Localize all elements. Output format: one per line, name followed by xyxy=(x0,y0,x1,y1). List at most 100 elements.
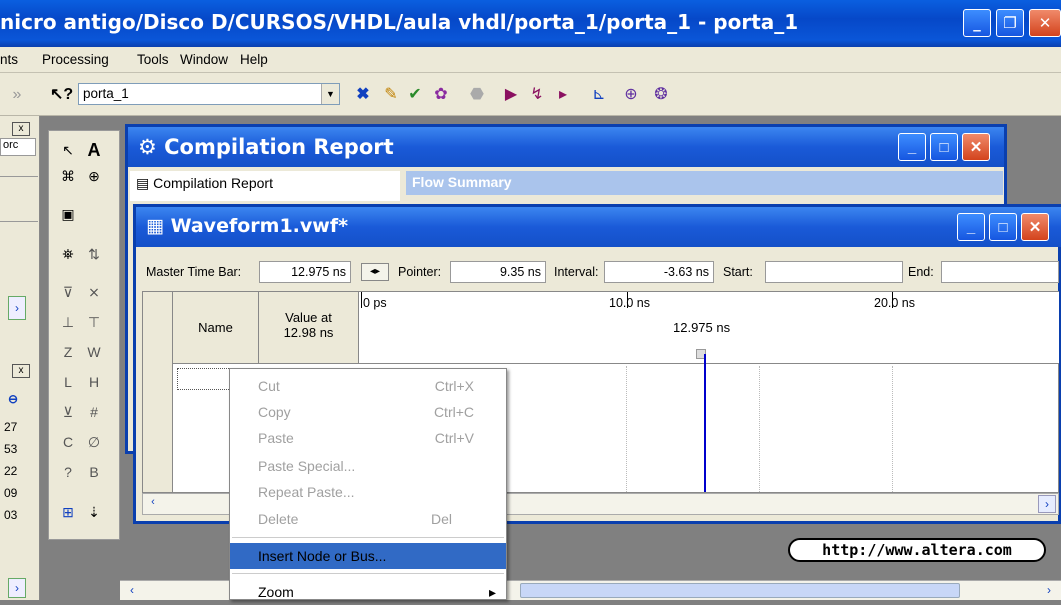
folder-icon: ▤ xyxy=(136,175,150,191)
start-analysis-icon[interactable]: ↯ xyxy=(526,84,548,106)
menu-item-delete[interactable]: Delete Del xyxy=(230,506,506,532)
menu-assignments[interactable]: nts xyxy=(0,52,18,67)
menu-processing[interactable]: Processing xyxy=(42,52,109,67)
interval-field: -3.63 ns xyxy=(604,261,714,283)
menu-item-paste-special[interactable]: Paste Special... xyxy=(230,453,506,479)
check-icon[interactable]: ✔ xyxy=(404,84,426,106)
flow-summary-header[interactable]: Flow Summary xyxy=(406,171,1003,195)
scroll-left-icon[interactable]: ‹ xyxy=(124,583,140,599)
forcing-h-icon[interactable]: H xyxy=(83,371,105,393)
chevron-icon[interactable]: » xyxy=(6,84,28,106)
start-label: Start: xyxy=(723,265,753,279)
menu-item-insert-node-or-bus[interactable]: Insert Node or Bus... xyxy=(230,543,506,569)
text-tool-icon[interactable]: A xyxy=(83,139,105,161)
minimize-icon[interactable]: _ xyxy=(898,133,926,161)
random-value-icon[interactable]: ? xyxy=(57,461,79,483)
menu-item-paste[interactable]: Paste Ctrl+V xyxy=(230,425,506,451)
menu-tools[interactable]: Tools xyxy=(137,52,169,67)
close-icon[interactable]: x xyxy=(12,364,30,378)
help-pointer-icon[interactable]: ↖? xyxy=(50,84,73,106)
left-docked-panel: x orc › x ⊖ 27 53 22 09 03 › xyxy=(0,116,40,600)
maximize-icon[interactable]: □ xyxy=(930,133,958,161)
forcing-x-icon[interactable]: ⨯ xyxy=(83,281,105,303)
restore-icon[interactable]: ❐ xyxy=(996,9,1024,37)
panel-tab[interactable]: orc xyxy=(0,138,36,156)
stop-icon[interactable]: ⬣ xyxy=(466,84,488,106)
programmer-icon[interactable]: ⊕ xyxy=(620,84,642,106)
forcing-low-icon[interactable]: ⊥ xyxy=(57,311,79,333)
value-column-header[interactable]: Value at 12.98 ns xyxy=(259,292,359,364)
minimize-icon[interactable]: _ xyxy=(963,9,991,37)
start-field[interactable] xyxy=(765,261,903,283)
end-field[interactable] xyxy=(941,261,1059,283)
time-step-icon[interactable]: ◂▸ xyxy=(361,263,389,281)
tree-item-compilation-report[interactable]: Compilation Report xyxy=(153,175,273,191)
analyze-icon[interactable]: ✿ xyxy=(430,84,452,106)
close-icon[interactable]: x xyxy=(12,122,30,136)
pointer-field: 9.35 ns xyxy=(450,261,546,283)
master-time-bar-field[interactable]: 12.975 ns xyxy=(259,261,351,283)
project-combo[interactable]: porta_1 ▼ xyxy=(78,83,340,105)
compilation-report-title: Compilation Report xyxy=(164,135,394,159)
pencil-icon[interactable]: ✎ xyxy=(380,84,402,106)
forcing-z-icon[interactable]: Z xyxy=(57,341,79,363)
full-screen-icon[interactable]: ▣ xyxy=(57,203,79,225)
forcing-l-icon[interactable]: L xyxy=(57,371,79,393)
replace-icon[interactable]: ⇅ xyxy=(83,243,105,265)
pointer-label: Pointer: xyxy=(398,265,442,279)
scroll-right-icon[interactable]: › xyxy=(8,578,26,598)
interval-label: Interval: xyxy=(554,265,599,279)
tick-label: 20.0 ns xyxy=(874,296,916,310)
menu-help[interactable]: Help xyxy=(240,52,268,67)
scroll-right-icon[interactable]: › xyxy=(1041,583,1057,599)
invert-value-icon[interactable]: ⊻ xyxy=(57,401,79,423)
master-time-bar-label: Master Time Bar: xyxy=(146,265,242,279)
menu-item-cut[interactable]: Cut Ctrl+X xyxy=(230,373,506,399)
chevron-down-icon[interactable]: ▼ xyxy=(321,84,339,104)
arbitrary-value-icon[interactable]: ∅ xyxy=(83,431,105,453)
report-tree: ▤ Compilation Report xyxy=(130,171,400,201)
start-timing-icon[interactable]: ▸ xyxy=(552,84,574,106)
start-compilation-icon[interactable]: ▶ xyxy=(500,84,522,106)
sort-icon[interactable]: ⇣ xyxy=(83,501,105,523)
close-icon[interactable]: ✕ xyxy=(1029,9,1061,37)
scrollbar-thumb[interactable] xyxy=(520,583,960,598)
count-value-icon[interactable]: # xyxy=(83,401,105,423)
menu-window[interactable]: Window xyxy=(180,52,228,67)
main-title-bar[interactable]: nicro antigo/Disco D/CURSOS/VHDL/aula vh… xyxy=(0,0,1061,47)
timing-analyzer-icon[interactable]: ⊾ xyxy=(588,84,610,106)
scroll-right-icon[interactable]: › xyxy=(1038,495,1056,513)
close-icon[interactable]: ✕ xyxy=(962,133,990,161)
selection-tool-icon[interactable]: ↖ xyxy=(57,139,79,161)
forcing-high-icon[interactable]: ⊤ xyxy=(83,311,105,333)
maximize-icon[interactable]: □ xyxy=(989,213,1017,241)
master-time-cursor-line[interactable] xyxy=(704,354,706,492)
panel-icon: ⊖ xyxy=(8,392,19,406)
name-column-header[interactable]: Name xyxy=(173,292,259,364)
zoom-icon[interactable]: ⊕ xyxy=(83,165,105,187)
cursor-label: 12.975 ns xyxy=(673,320,731,335)
forcing-weak-icon[interactable]: W xyxy=(83,341,105,363)
waveform-file-icon: ▦ xyxy=(146,215,164,237)
node-finder-icon[interactable]: ⌘ xyxy=(57,165,79,187)
scroll-right-icon[interactable]: › xyxy=(8,296,26,320)
chip-planner-icon[interactable]: ❂ xyxy=(650,84,672,106)
close-icon[interactable]: ✕ xyxy=(1021,213,1049,241)
time-ruler[interactable]: 0 ps 10.0 ns 20.0 ns 12.975 ns xyxy=(359,292,1059,364)
find-icon[interactable]: ⛯ xyxy=(57,243,79,265)
clock-value-icon[interactable]: C xyxy=(57,431,79,453)
waveform-title: Waveform1.vwf* xyxy=(170,215,349,237)
scroll-left-icon[interactable]: ‹ xyxy=(145,496,161,512)
submenu-arrow-icon: ▸ xyxy=(488,584,496,600)
snap-icon[interactable]: ⊞ xyxy=(57,501,79,523)
minimize-icon[interactable]: _ xyxy=(957,213,985,241)
menu-item-zoom[interactable]: Zoom ▸ xyxy=(230,579,506,605)
compilation-report-titlebar[interactable]: ⚙ Compilation Report xyxy=(128,127,1004,167)
bus-value-icon[interactable]: B xyxy=(83,461,105,483)
waveform-titlebar[interactable]: ▦ Waveform1.vwf* xyxy=(136,207,1061,247)
menu-item-repeat-paste[interactable]: Repeat Paste... xyxy=(230,479,506,505)
settings-icon[interactable]: ✖ xyxy=(352,84,374,106)
invert-icon[interactable]: ⊽ xyxy=(57,281,79,303)
altera-url-link[interactable]: http://www.altera.com xyxy=(788,538,1046,562)
menu-item-copy[interactable]: Copy Ctrl+C xyxy=(230,399,506,425)
